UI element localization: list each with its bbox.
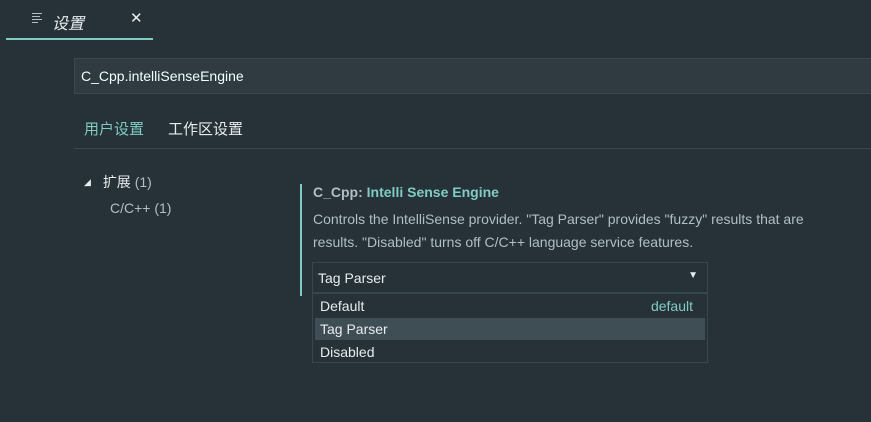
toc-group-count: (1) xyxy=(134,174,152,190)
select-value: Tag Parser xyxy=(318,270,386,286)
expand-triangle-icon[interactable]: ◢ xyxy=(84,177,91,188)
search-input[interactable] xyxy=(74,58,871,94)
toc-item-count: (1) xyxy=(154,200,172,216)
setting-focus-indicator xyxy=(300,184,302,296)
intellisense-engine-select[interactable]: Tag Parser ▼ xyxy=(312,262,708,293)
scope-tabs: 用户设置 工作区设置 xyxy=(74,112,871,149)
option-label: Default xyxy=(320,298,365,314)
tab-title: 设置 xyxy=(52,16,85,33)
option-default[interactable]: Default default xyxy=(315,295,705,317)
tab-workspace-settings[interactable]: 工作区设置 xyxy=(168,118,243,147)
setting-description-line-2: results. "Disabled" turns off C/C++ lang… xyxy=(313,234,694,250)
dropdown-arrow-icon: ▼ xyxy=(688,270,698,281)
toc-item-cpp[interactable]: C/C++ (1) xyxy=(110,200,171,216)
toc-group-extensions[interactable]: ◢ 扩展 (1) xyxy=(84,172,152,192)
toc-group-label: 扩展 xyxy=(102,174,131,190)
option-label: Tag Parser xyxy=(320,321,388,337)
tab-settings[interactable]: 设置 ✕ xyxy=(6,0,153,40)
select-dropdown-list: Default default Tag Parser Disabled xyxy=(312,293,708,363)
setting-key: Intelli Sense Engine xyxy=(366,184,499,200)
setting-title: C_Cpp: Intelli Sense Engine xyxy=(313,184,499,200)
option-label: Disabled xyxy=(320,344,375,360)
tab-bar: 设置 ✕ xyxy=(0,0,871,40)
setting-description: Controls the IntelliSense provider. "Tag… xyxy=(313,208,871,254)
settings-editor: 设置 ✕ 用户设置 工作区设置 ◢ 扩展 (1) C/C++ (1) C_Cpp… xyxy=(0,0,871,422)
option-default-hint: default xyxy=(650,298,693,314)
setting-description-line-1: Controls the IntelliSense provider. "Tag… xyxy=(313,211,804,227)
toc-item-label: C/C++ xyxy=(110,200,151,216)
setting-category: C_Cpp: xyxy=(313,184,367,200)
close-icon[interactable]: ✕ xyxy=(130,9,143,27)
option-tag-parser[interactable]: Tag Parser xyxy=(315,318,705,340)
tab-user-settings[interactable]: 用户设置 xyxy=(84,118,144,147)
option-disabled[interactable]: Disabled xyxy=(315,341,705,363)
settings-list-icon xyxy=(32,13,42,25)
